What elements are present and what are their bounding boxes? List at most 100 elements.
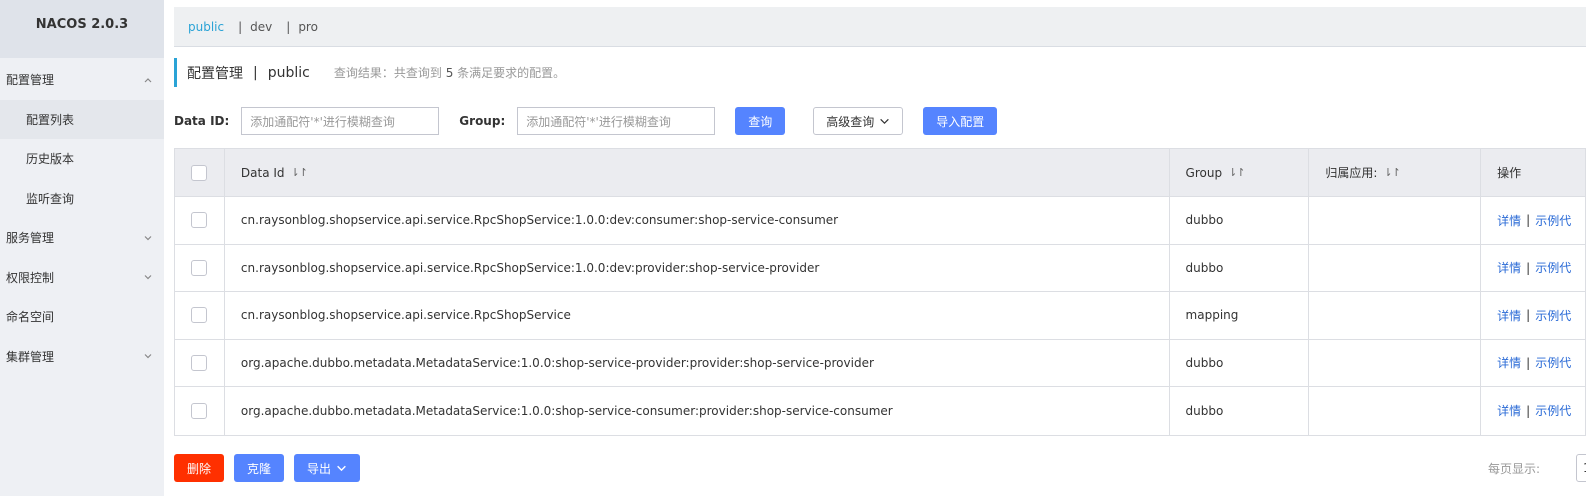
sidebar-group-auth[interactable]: 权限控制	[0, 258, 164, 298]
op-separator: |	[1526, 308, 1531, 323]
table-row: cn.raysonblog.shopservice.api.service.Rp…	[175, 244, 1585, 292]
namespace-tab-public[interactable]: public	[188, 20, 224, 34]
column-header-group: Group ⇂↾	[1170, 149, 1310, 196]
search-bar: Data ID: 添加通配符'*'进行模糊查询 Group: 添加通配符'*'进…	[174, 107, 998, 135]
query-button[interactable]: 查询	[735, 107, 786, 135]
group-label: Group:	[459, 114, 506, 128]
app-cell	[1309, 197, 1482, 244]
group-cell: dubbo	[1170, 244, 1310, 291]
sidebar-group-label: 权限控制	[6, 270, 55, 285]
app-cell	[1309, 292, 1482, 339]
column-header-dataid: Data Id ⇂↾	[225, 149, 1170, 196]
sidebar-group-label: 命名空间	[6, 310, 55, 325]
sidebar-group-label: 服务管理	[6, 231, 55, 246]
row-checkbox[interactable]	[191, 402, 208, 419]
config-table: Data Id ⇂↾ Group ⇂↾ 归属应用: ⇂↾ 操作 cn.rayso…	[174, 148, 1586, 436]
brand-logo: NACOS 2.0.3	[0, 0, 164, 58]
column-label: 操作	[1497, 166, 1522, 180]
detail-link[interactable]: 详情	[1497, 354, 1521, 371]
header-checkbox-cell	[175, 149, 225, 196]
dataid-cell: org.apache.dubbo.metadata.MetadataServic…	[225, 339, 1170, 386]
export-button[interactable]: 导出	[294, 454, 360, 482]
sidebar-item-config-list[interactable]: 配置列表	[0, 99, 164, 139]
current-namespace: public	[267, 64, 310, 81]
row-checkbox-cell	[175, 339, 225, 386]
namespace-tab-dev[interactable]: dev	[250, 20, 272, 34]
dataid-search-input[interactable]: 添加通配符'*'进行模糊查询	[241, 107, 440, 135]
dataid-cell: cn.raysonblog.shopservice.api.service.Rp…	[225, 292, 1170, 339]
detail-link[interactable]: 详情	[1497, 212, 1521, 229]
group-cell: dubbo	[1170, 387, 1310, 435]
result-count: 5	[445, 66, 454, 80]
detail-link[interactable]: 详情	[1497, 402, 1521, 419]
sample-code-link[interactable]: 示例代	[1535, 354, 1571, 371]
sidebar-group-service[interactable]: 服务管理	[0, 218, 164, 258]
import-config-button[interactable]: 导入配置	[923, 107, 998, 135]
group-cell: dubbo	[1170, 339, 1310, 386]
detail-link[interactable]: 详情	[1497, 259, 1521, 276]
sort-icon[interactable]: ⇂↾	[1228, 166, 1245, 179]
ops-cell: 详情 | 示例代	[1481, 387, 1585, 435]
sidebar-group-namespace[interactable]: 命名空间	[0, 297, 164, 337]
select-all-checkbox[interactable]	[191, 164, 208, 181]
op-separator: |	[1526, 213, 1531, 228]
table-row: cn.raysonblog.shopservice.api.service.Rp…	[175, 197, 1585, 245]
row-checkbox[interactable]	[191, 354, 208, 371]
ops-cell: 详情 | 示例代	[1481, 340, 1585, 387]
namespace-separator: |	[286, 19, 291, 34]
sidebar-item-history[interactable]: 历史版本	[0, 139, 164, 179]
sidebar-item-listener-query[interactable]: 监听查询	[0, 179, 164, 219]
sample-code-link[interactable]: 示例代	[1535, 212, 1571, 229]
sample-code-link[interactable]: 示例代	[1535, 402, 1571, 419]
sort-icon[interactable]: ⇂↾	[1383, 166, 1400, 179]
dataid-cell: cn.raysonblog.shopservice.api.service.Rp…	[225, 244, 1170, 291]
sort-icon[interactable]: ⇂↾	[291, 166, 308, 179]
table-row: org.apache.dubbo.metadata.MetadataServic…	[175, 339, 1585, 387]
table-row: org.apache.dubbo.metadata.MetadataServic…	[175, 387, 1585, 435]
row-checkbox[interactable]	[191, 259, 208, 276]
page-title: 配置管理	[187, 65, 243, 82]
column-label: Group	[1185, 165, 1223, 180]
ops-cell: 详情 | 示例代	[1481, 245, 1585, 292]
group-search-input[interactable]: 添加通配符'*'进行模糊查询	[517, 107, 716, 135]
main-content: public | dev | pro 配置管理 | public 查询结果：共查…	[164, 0, 1586, 496]
column-label: Data Id	[240, 165, 285, 180]
delete-button[interactable]: 删除	[174, 454, 224, 482]
query-result-info: 查询结果：共查询到 5 条满足要求的配置。	[334, 64, 565, 81]
detail-link[interactable]: 详情	[1497, 307, 1521, 324]
advanced-query-button[interactable]: 高级查询	[813, 107, 904, 135]
sidebar-group-config[interactable]: 配置管理	[0, 60, 164, 100]
group-cell: mapping	[1170, 292, 1310, 339]
table-header: Data Id ⇂↾ Group ⇂↾ 归属应用: ⇂↾ 操作	[175, 149, 1585, 197]
group-cell: dubbo	[1170, 197, 1310, 244]
page-title-bar: 配置管理 | public 查询结果：共查询到 5 条满足要求的配置。	[174, 58, 565, 87]
page-size-select[interactable]: 1	[1576, 454, 1586, 482]
chevron-down-icon	[879, 116, 890, 127]
sidebar-group-cluster[interactable]: 集群管理	[0, 337, 164, 377]
namespace-tab-pro[interactable]: pro	[298, 20, 318, 34]
op-separator: |	[1526, 403, 1531, 418]
sidebar-group-label: 集群管理	[6, 349, 55, 364]
sample-code-link[interactable]: 示例代	[1535, 259, 1571, 276]
row-checkbox[interactable]	[191, 307, 208, 324]
result-prefix: 查询结果：共查询到	[333, 66, 442, 80]
row-checkbox-cell	[175, 244, 225, 291]
table-row: cn.raysonblog.shopservice.api.service.Rp…	[175, 292, 1585, 340]
column-header-ops: 操作	[1481, 149, 1585, 196]
sample-code-link[interactable]: 示例代	[1535, 307, 1571, 324]
clone-button[interactable]: 克隆	[234, 454, 284, 482]
dataid-cell: cn.raysonblog.shopservice.api.service.Rp…	[225, 197, 1170, 244]
column-label: 归属应用:	[1325, 166, 1378, 180]
chevron-down-icon	[142, 271, 154, 283]
dataid-label: Data ID:	[174, 114, 230, 128]
column-header-app: 归属应用: ⇂↾	[1309, 149, 1482, 196]
chevron-down-icon	[142, 232, 154, 244]
chevron-down-icon	[336, 463, 347, 474]
export-label: 导出	[306, 461, 331, 476]
app-cell	[1309, 387, 1482, 435]
app-cell	[1309, 244, 1482, 291]
app-cell	[1309, 339, 1482, 386]
op-separator: |	[1526, 260, 1531, 275]
op-separator: |	[1526, 355, 1531, 370]
row-checkbox[interactable]	[191, 212, 208, 229]
